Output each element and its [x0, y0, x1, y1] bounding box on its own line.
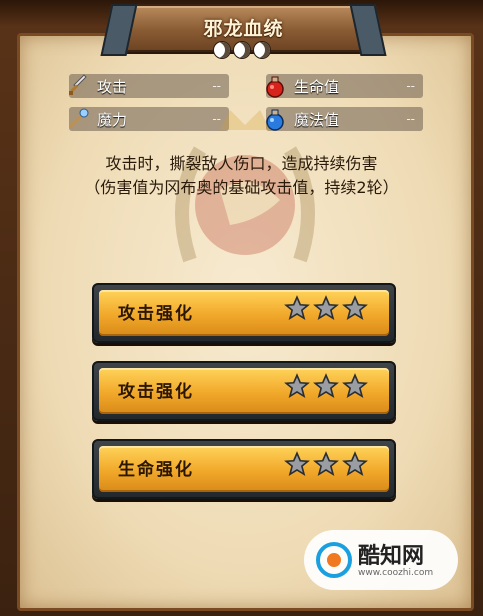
star-icon: [342, 373, 368, 399]
magic-staff-icon: [65, 106, 91, 132]
stat-value: --: [212, 79, 221, 93]
moon-icon: [214, 42, 230, 58]
watermark-url: www.coozhi.com: [358, 568, 434, 578]
star-icon: [284, 295, 310, 321]
star-icon: [313, 373, 339, 399]
upgrade-button-attack-1[interactable]: 攻击强化: [92, 283, 396, 343]
stat-label: 魔力: [97, 110, 128, 129]
star-icon: [284, 373, 310, 399]
upgrade-button-attack-2[interactable]: 攻击强化: [92, 361, 396, 421]
moon-icon: [254, 42, 270, 58]
upgrade-label: 攻击强化: [118, 304, 194, 324]
stat-value: --: [406, 79, 415, 93]
star-rating: [284, 373, 368, 399]
star-rating: [284, 451, 368, 477]
coozhi-logo-icon: [316, 542, 352, 578]
skill-description-line2: （伤害值为冈布奥的基础攻击值，持续2轮）: [84, 178, 399, 197]
red-potion-icon: [262, 73, 288, 99]
watermark-name: 酷知网: [358, 544, 425, 569]
star-icon: [313, 451, 339, 477]
stat-health: 生命值 --: [266, 74, 423, 98]
stat-value: --: [406, 112, 415, 126]
star-icon: [342, 451, 368, 477]
stat-label: 攻击: [97, 77, 128, 96]
upgrade-label: 攻击强化: [118, 382, 194, 402]
upgrade-label: 生命强化: [118, 460, 194, 480]
star-icon: [342, 295, 368, 321]
star-icon: [313, 295, 339, 321]
star-rating: [284, 295, 368, 321]
moon-indicators: [212, 42, 272, 60]
sword-icon: [65, 73, 91, 99]
panel-title: 邪龙血统: [203, 18, 284, 40]
stat-label: 生命值: [294, 77, 340, 96]
skill-description-line1: 攻击时，撕裂敌人伤口，造成持续伤害: [105, 154, 378, 173]
moon-icon: [234, 42, 250, 58]
watermark: 酷知网 www.coozhi.com: [304, 530, 458, 590]
star-icon: [284, 451, 310, 477]
upgrade-button-health[interactable]: 生命强化: [92, 439, 396, 499]
stat-attack: 攻击 --: [69, 74, 229, 98]
